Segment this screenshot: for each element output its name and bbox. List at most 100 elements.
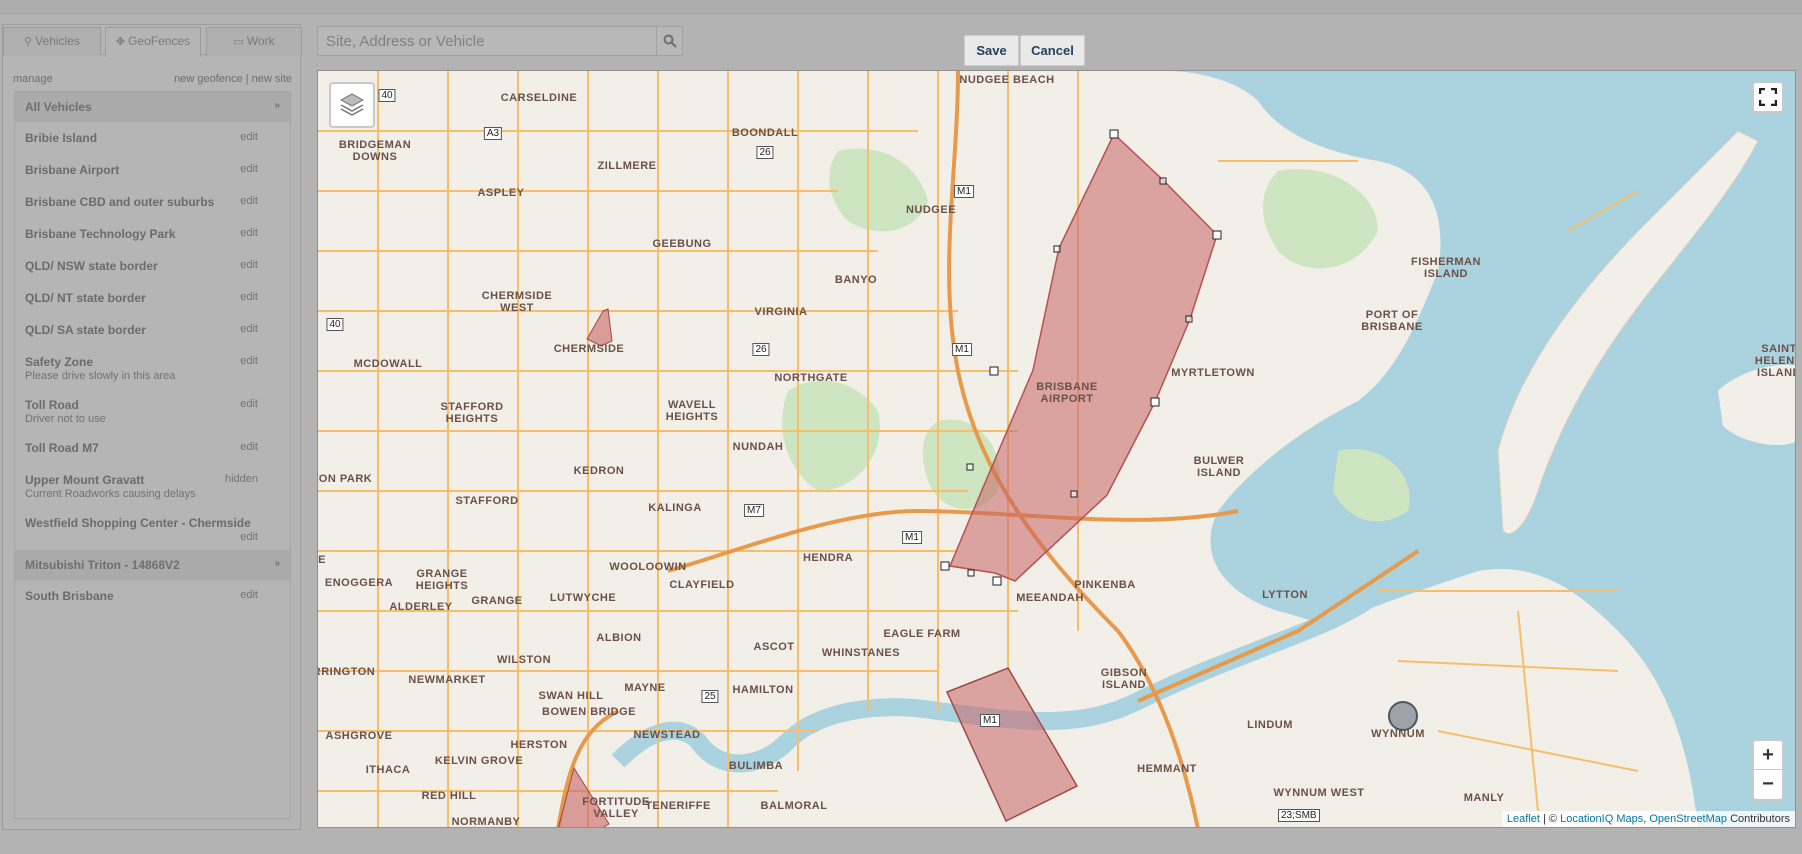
geofence-westfield-chermside[interactable] [586, 308, 613, 347]
map-label: LUTWYCHE [549, 592, 617, 604]
map-label: ALDERLEY [389, 601, 453, 613]
map-label: STAFFORD [455, 495, 519, 507]
vertex-handle[interactable] [1070, 490, 1078, 498]
map-label: HENDRA [802, 552, 854, 564]
edit-link[interactable]: edit [240, 227, 258, 239]
vertex-handle[interactable] [992, 576, 1002, 586]
search-input[interactable] [318, 27, 684, 55]
map-label: WILSTON [496, 654, 552, 666]
list-item[interactable]: Upper Mount Gravatt Current Roadworks cau… [15, 464, 290, 507]
separator: | [245, 73, 249, 85]
edit-link[interactable]: edit [240, 259, 258, 271]
chevron-down-icon: » [274, 558, 280, 569]
list-item[interactable]: QLD/ NT state border edit [15, 282, 290, 314]
road-shield: 26 [752, 343, 770, 356]
tab-geofences[interactable]: ✥ GeoFences [105, 27, 201, 57]
road-shield: A3 [483, 127, 503, 140]
road-shield: 40 [326, 318, 344, 331]
edit-link[interactable]: edit [240, 291, 258, 303]
tab-work[interactable]: ▭ Work [206, 27, 302, 56]
edit-link[interactable]: edit [240, 323, 258, 335]
map-label: HAMILTON [732, 684, 794, 696]
list-item[interactable]: QLD/ SA state border edit [15, 314, 290, 346]
map-label: MEEANDAH [1016, 592, 1084, 604]
vertex-handle[interactable] [940, 561, 950, 571]
manage-link[interactable]: manage [13, 73, 53, 85]
list-item[interactable]: Brisbane Airport edit [15, 154, 290, 186]
list-item[interactable]: QLD/ NSW state border edit [15, 250, 290, 282]
locationiq-link[interactable]: LocationIQ Maps [1560, 813, 1643, 825]
edit-link[interactable]: edit [240, 531, 258, 543]
geofence-toll-road[interactable] [945, 667, 1079, 823]
map-label: MYRTLETOWN [1171, 367, 1255, 379]
vertex-handle[interactable] [1159, 177, 1167, 185]
leaflet-link[interactable]: Leaflet [1507, 813, 1540, 825]
road-shield: M1 [980, 714, 1000, 727]
map-label: HEMMANT [1137, 763, 1197, 775]
edit-link[interactable]: edit [240, 398, 258, 410]
map-label: ZILLMERE [597, 160, 657, 172]
list-item[interactable]: Toll Road Driver not to use edit [15, 389, 290, 432]
geofence-wynnum-circle[interactable] [1388, 701, 1418, 731]
new-site-link[interactable]: new site [252, 73, 292, 85]
map-label: CHERMSIDE WEST [481, 290, 553, 314]
road-shield: 26 [756, 146, 774, 159]
edit-link[interactable]: edit [240, 355, 258, 367]
list-item[interactable]: Toll Road M7 edit [15, 432, 290, 464]
vertex-handle[interactable] [1109, 129, 1119, 139]
list-item[interactable]: Bribie Island edit [15, 122, 290, 154]
vertex-handle[interactable] [989, 366, 999, 376]
map-label: BALMORAL [760, 800, 828, 812]
edit-link[interactable]: edit [240, 441, 258, 453]
road-shield: 25 [701, 690, 719, 703]
group-header-all-vehicles[interactable]: All Vehicles » [15, 92, 290, 122]
layers-button[interactable] [329, 82, 375, 128]
vertex-handle[interactable] [1212, 230, 1222, 240]
edit-link[interactable]: edit [240, 195, 258, 207]
item-description: Driver not to use [25, 413, 106, 425]
map-label: GIBSON ISLAND [1100, 667, 1148, 691]
vertex-handle[interactable] [966, 463, 974, 471]
vertex-handle[interactable] [1150, 397, 1160, 407]
edit-link[interactable]: edit [240, 589, 258, 601]
map-label: FISHERMAN ISLAND [1411, 256, 1481, 280]
vertex-handle[interactable] [1053, 245, 1061, 253]
geofence-brisbane-airport[interactable] [948, 132, 1218, 582]
map-label: ASCOT [753, 641, 795, 653]
map-label: MCDOWALL [353, 358, 423, 370]
geofence-layer [558, 129, 1418, 827]
map-label: ASPLEY [477, 187, 525, 199]
map-view[interactable]: NUDGEE BEACH CARSELDINE BRIDGEMAN DOWNS … [317, 70, 1796, 828]
osm-link[interactable]: OpenStreetMap [1649, 813, 1727, 825]
map-label: NUNDAH [732, 441, 784, 453]
map-label: RRINGTON [317, 666, 376, 678]
map-attribution: Leaflet | © LocationIQ Maps, OpenStreetM… [1501, 811, 1795, 827]
list-item[interactable]: Brisbane CBD and outer suburbs edit [15, 186, 290, 218]
group-header-vehicle[interactable]: Mitsubishi Triton - 14868V2 » [15, 550, 290, 580]
search-button[interactable] [656, 27, 682, 55]
list-item[interactable]: South Brisbane edit [15, 580, 290, 612]
edit-link[interactable]: edit [240, 131, 258, 143]
zoom-in-button[interactable]: + [1754, 741, 1782, 770]
edit-link[interactable]: edit [240, 163, 258, 175]
map-label: KALINGA [648, 502, 702, 514]
list-item[interactable]: Brisbane Technology Park edit [15, 218, 290, 250]
list-item[interactable]: Safety Zone Please drive slowly in this a… [15, 346, 290, 389]
zoom-out-button[interactable]: − [1754, 770, 1782, 799]
vertex-handle[interactable] [967, 569, 975, 577]
map-label: PINKENBA [1074, 579, 1136, 591]
chevron-down-icon: » [274, 100, 280, 111]
map-label: PORT OF BRISBANE [1361, 309, 1423, 333]
map-label: SWAN HILL [538, 690, 604, 702]
vertex-handle[interactable] [1185, 315, 1193, 323]
map-label: ALBION [596, 632, 642, 644]
new-geofence-link[interactable]: new geofence [174, 73, 243, 85]
hidden-badge[interactable]: hidden [225, 473, 258, 485]
cancel-button[interactable]: Cancel [1020, 35, 1085, 66]
map-label: WYNNUM [1371, 728, 1425, 740]
tab-vehicles[interactable]: ⚲ Vehicles [3, 27, 101, 56]
save-button[interactable]: Save [964, 35, 1019, 66]
map-label: BULIMBA [728, 760, 784, 772]
list-item[interactable]: Westfield Shopping Center - Chermside edi… [15, 507, 290, 550]
fullscreen-button[interactable] [1752, 81, 1784, 113]
